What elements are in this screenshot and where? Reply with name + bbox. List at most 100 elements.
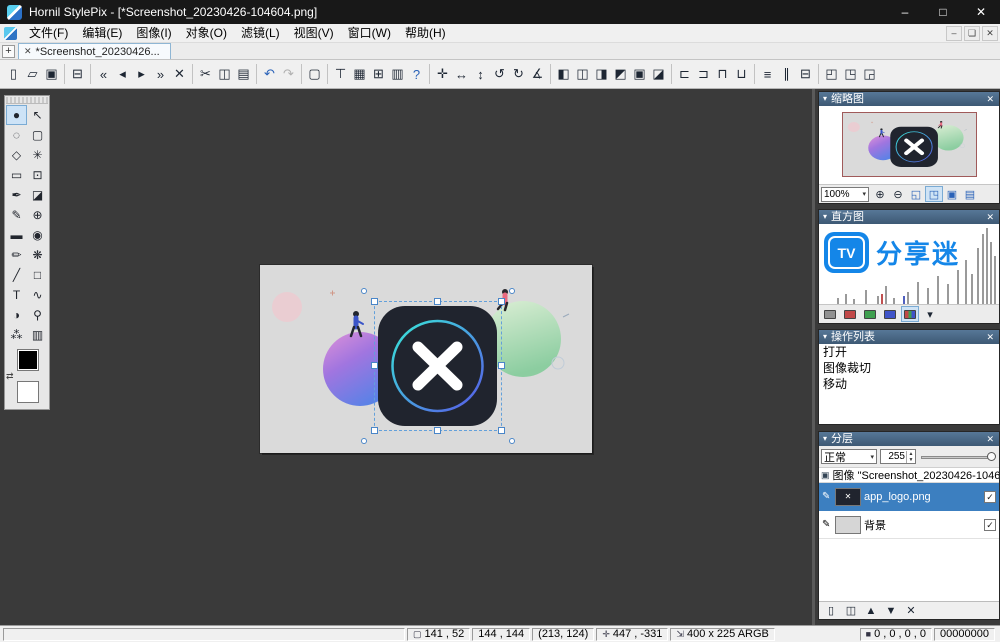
menu-item-file[interactable]: 文件(F) (22, 24, 75, 43)
layer-row[interactable]: ✎ 背景 ✓ (819, 511, 999, 539)
open-icon[interactable]: ▱ (23, 63, 42, 85)
rotate-handle[interactable] (361, 438, 367, 444)
selection-handle[interactable] (371, 427, 378, 434)
transform-tool-icon[interactable]: ▭ (6, 165, 27, 185)
equalize-size-icon[interactable]: ⊟ (796, 63, 815, 85)
align-bottom-icon[interactable]: ◪ (649, 63, 668, 85)
selection-handle[interactable] (371, 298, 378, 305)
fill-tool-icon[interactable]: ◉ (27, 225, 48, 245)
tool-palette-grip[interactable] (6, 97, 48, 104)
page-preview-icon[interactable]: ▢ (305, 63, 324, 85)
channel-red-icon[interactable] (841, 306, 859, 322)
thumbnail-image[interactable] (842, 112, 977, 177)
nav-first-icon[interactable]: « (94, 63, 113, 85)
rotate-handle[interactable] (509, 288, 515, 294)
align-edge-left-icon[interactable]: ⊏ (675, 63, 694, 85)
thumbnail-options-icon[interactable]: ▤ (961, 186, 979, 202)
slider-knob[interactable] (987, 452, 996, 461)
duplicate-layer-icon[interactable]: ◫ (842, 603, 860, 619)
align-left-icon[interactable]: ◧ (554, 63, 573, 85)
rotate-cw-icon[interactable]: ↻ (509, 63, 528, 85)
menu-item-object[interactable]: 对象(O) (179, 24, 234, 43)
title-bar[interactable]: Hornil StylePix - [*Screenshot_20230426-… (0, 0, 1000, 24)
histogram-panel-titlebar[interactable]: ▾ 直方图 ✕ (819, 210, 999, 224)
copy-icon[interactable]: ◫ (215, 63, 234, 85)
mdi-close-button[interactable]: ✕ (982, 26, 998, 41)
shape-tool-icon[interactable]: □ (27, 265, 48, 285)
foreground-color-swatch[interactable] (17, 349, 39, 371)
gradient-tool-icon[interactable]: ▥ (27, 325, 48, 345)
ellipse-select-tool-icon[interactable]: ● (6, 105, 27, 125)
selection-handle[interactable] (498, 298, 505, 305)
eraser-tool-icon[interactable]: ◪ (27, 185, 48, 205)
close-image-icon[interactable]: ✕ (170, 63, 189, 85)
help-pointer-icon[interactable]: ? (407, 63, 426, 85)
stepper-arrows[interactable]: ▲▼ (906, 451, 915, 463)
mdi-minimize-button[interactable]: – (946, 26, 962, 41)
action-item[interactable]: 打开 (819, 344, 999, 360)
undo-icon[interactable]: ↶ (260, 63, 279, 85)
tab-screenshot[interactable]: ✕ *Screenshot_20230426... (18, 43, 171, 59)
align-edge-right-icon[interactable]: ⊐ (694, 63, 713, 85)
opacity-slider[interactable] (919, 449, 997, 465)
spray-tool-icon[interactable]: ⁂ (6, 325, 27, 345)
zoom-out-icon[interactable]: ⊖ (889, 186, 907, 202)
workspace[interactable]: ●↖◌▢◇✳▭⊡✒◪✎⊕▬◉✏❋╱□T∿◑⚲⁂▥ ⇄ (0, 89, 812, 625)
move-layer-down-icon[interactable]: ▼ (882, 603, 900, 619)
pointer-tool-icon[interactable]: ↖ (27, 105, 48, 125)
fit-window-icon[interactable]: ◳ (841, 63, 860, 85)
menu-item-filter[interactable]: 滤镜(L) (234, 24, 287, 43)
ruler-icon[interactable]: ⊤ (331, 63, 350, 85)
zoom-tool-icon[interactable]: ⚲ (27, 305, 48, 325)
menu-item-edit[interactable]: 编辑(E) (75, 24, 129, 43)
print-icon[interactable]: ⊟ (68, 63, 87, 85)
save-icon[interactable]: ▣ (42, 63, 61, 85)
layer-row[interactable]: ✎ ✕ app_logo.png ✓ (819, 483, 999, 511)
nav-last-icon[interactable]: » (151, 63, 170, 85)
align-middle-icon[interactable]: ▣ (630, 63, 649, 85)
channel-green-icon[interactable] (861, 306, 879, 322)
canvas[interactable] (260, 265, 592, 453)
align-edge-top-icon[interactable]: ⊓ (713, 63, 732, 85)
clone-stamp-tool-icon[interactable]: ⊕ (27, 205, 48, 225)
curve-tool-icon[interactable]: ∿ (27, 285, 48, 305)
nav-prev-icon[interactable]: ◂ (113, 63, 132, 85)
nav-next-icon[interactable]: ▸ (132, 63, 151, 85)
action-list-panel-titlebar[interactable]: ▾ 操作列表 ✕ (819, 330, 999, 344)
layers-panel-titlebar[interactable]: ▾ 分层 ✕ (819, 432, 999, 446)
align-right-icon[interactable]: ◨ (592, 63, 611, 85)
thumbnail-panel-titlebar[interactable]: ▾ 缩略图 ✕ (819, 92, 999, 106)
action-item[interactable]: 图像裁切 (819, 360, 999, 376)
action-item[interactable]: 移动 (819, 376, 999, 392)
actual-size-icon[interactable]: ◲ (860, 63, 879, 85)
channel-luminance-icon[interactable] (821, 306, 839, 322)
crop-tool-icon[interactable]: ⊡ (27, 165, 48, 185)
brush-tool-icon[interactable]: ✏ (6, 245, 27, 265)
zoom-level-select[interactable]: 100% ▾ (821, 187, 869, 202)
text-tool-icon[interactable]: T (6, 285, 27, 305)
distribute-h-icon[interactable]: ≡ (758, 63, 777, 85)
close-icon[interactable]: ✕ (985, 432, 995, 446)
distribute-v-icon[interactable]: ∥ (777, 63, 796, 85)
selection-bounds[interactable] (374, 301, 502, 431)
layer-visibility-checkbox[interactable]: ✓ (984, 491, 996, 503)
rect-select-tool-icon[interactable]: ▢ (27, 125, 48, 145)
lasso-tool-icon[interactable]: ◌ (6, 125, 27, 145)
background-color-swatch[interactable] (17, 381, 39, 403)
swap-colors-icon[interactable]: ⇄ (6, 371, 14, 382)
opacity-stepper[interactable]: 255 ▲▼ (880, 449, 916, 464)
zoom-fit-image-icon[interactable]: ◱ (907, 186, 925, 202)
blend-mode-select[interactable]: 正常 ▾ (821, 449, 877, 464)
pencil-tool-icon[interactable]: ✎ (6, 205, 27, 225)
align-edge-bottom-icon[interactable]: ⊔ (732, 63, 751, 85)
delete-layer-icon[interactable]: ✕ (902, 603, 920, 619)
add-layer-icon[interactable]: ▯ (822, 603, 840, 619)
paint-roller-tool-icon[interactable]: ▬ (6, 225, 27, 245)
menu-item-window[interactable]: 窗口(W) (341, 24, 398, 43)
stepper-down-icon[interactable]: ▼ (907, 457, 915, 463)
selection-handle[interactable] (434, 298, 441, 305)
channel-blue-icon[interactable] (881, 306, 899, 322)
polygon-select-tool-icon[interactable]: ◇ (6, 145, 27, 165)
close-icon[interactable]: ✕ (985, 210, 995, 224)
menu-item-view[interactable]: 视图(V) (287, 24, 341, 43)
